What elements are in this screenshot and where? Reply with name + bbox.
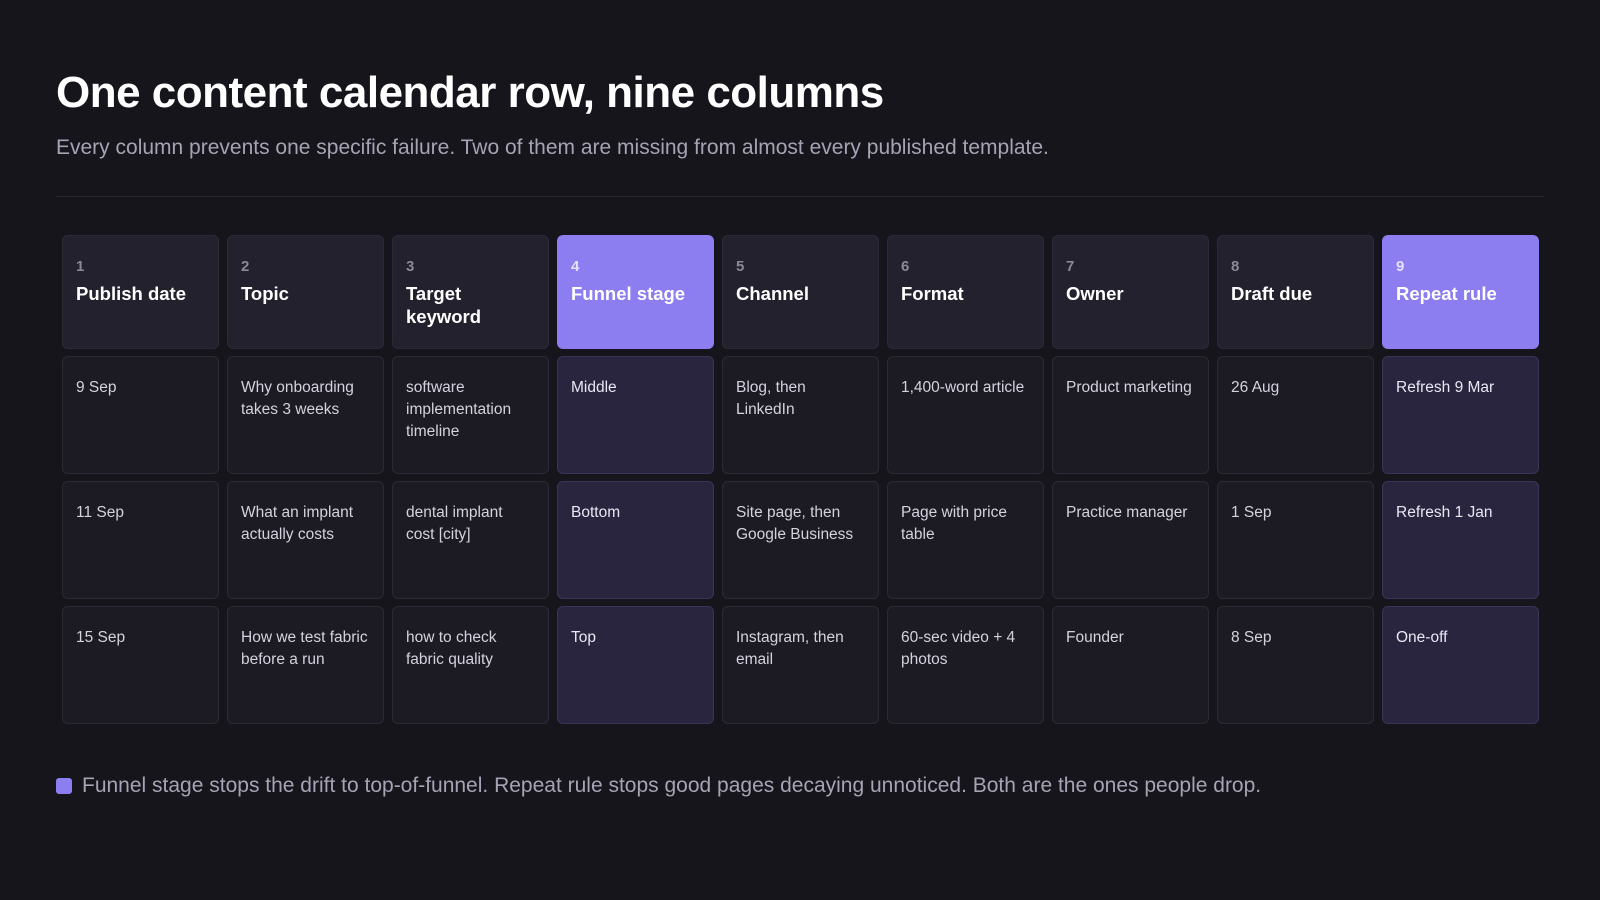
column-number: 6 — [901, 258, 910, 275]
table-cell: Site page, then Google Business — [722, 481, 879, 599]
table-cell: What an implant actually costs — [227, 481, 384, 599]
table-cell: 11 Sep — [62, 481, 219, 599]
column-header-channel: 5 Channel — [722, 235, 879, 349]
column-header-topic: 2 Topic — [227, 235, 384, 349]
table-cell: 26 Aug — [1217, 356, 1374, 474]
column-header-draft-due: 8 Draft due — [1217, 235, 1374, 349]
divider — [56, 196, 1544, 197]
column-header-publish-date: 1 Publish date — [62, 235, 219, 349]
column-label: Target keyword — [406, 283, 482, 327]
table-cell: software implementation timeline — [392, 356, 549, 474]
slide: One content calendar row, nine columns E… — [0, 0, 1600, 900]
column-label: Funnel stage — [571, 283, 686, 304]
table-cell: Instagram, then email — [722, 606, 879, 724]
table-cell: Practice manager — [1052, 481, 1209, 599]
table-cell-highlighted: Refresh 9 Mar — [1382, 356, 1539, 474]
table-cell: 1,400-word article — [887, 356, 1044, 474]
table-cell: Product marketing — [1052, 356, 1209, 474]
column-label: Repeat rule — [1396, 283, 1497, 304]
column-number: 7 — [1066, 258, 1075, 275]
table-cell: Why onboarding takes 3 weeks — [227, 356, 384, 474]
table-cell: 15 Sep — [62, 606, 219, 724]
column-header-funnel-stage: 4 Funnel stage — [557, 235, 714, 349]
table-cell-highlighted: Middle — [557, 356, 714, 474]
page-subtitle: Every column prevents one specific failu… — [56, 136, 1049, 159]
table-cell: Founder — [1052, 606, 1209, 724]
table-cell: Blog, then LinkedIn — [722, 356, 879, 474]
table-cell: dental implant cost [city] — [392, 481, 549, 599]
column-number: 2 — [241, 258, 250, 275]
table-cell: 9 Sep — [62, 356, 219, 474]
column-number: 8 — [1231, 258, 1240, 275]
column-label: Owner — [1066, 283, 1124, 304]
table-cell-highlighted: Bottom — [557, 481, 714, 599]
table-cell: 60-sec video + 4 photos — [887, 606, 1044, 724]
column-label: Channel — [736, 283, 809, 304]
column-label: Publish date — [76, 283, 186, 304]
table-cell: Page with price table — [887, 481, 1044, 599]
column-number: 1 — [76, 258, 85, 275]
column-label: Draft due — [1231, 283, 1313, 304]
column-label: Format — [901, 283, 964, 304]
table-cell-highlighted: One-off — [1382, 606, 1539, 724]
legend: Funnel stage stops the drift to top-of-f… — [56, 774, 1261, 798]
table-cell: 8 Sep — [1217, 606, 1374, 724]
legend-text: Funnel stage stops the drift to top-of-f… — [82, 774, 1262, 797]
table-cell-highlighted: Refresh 1 Jan — [1382, 481, 1539, 599]
column-number: 5 — [736, 258, 745, 275]
column-number: 4 — [571, 258, 580, 275]
table-cell-highlighted: Top — [557, 606, 714, 724]
column-number: 3 — [406, 258, 415, 275]
table-cell: how to check fabric quality — [392, 606, 549, 724]
column-label: Topic — [241, 283, 289, 304]
table-cell: 1 Sep — [1217, 481, 1374, 599]
column-header-repeat-rule: 9 Repeat rule — [1382, 235, 1539, 349]
column-header-format: 6 Format — [887, 235, 1044, 349]
legend-swatch — [56, 778, 72, 794]
column-header-target-keyword: 3 Target keyword — [392, 235, 549, 349]
calendar-grid: 1 Publish date 2 Topic 3 Target keyword 4 Fu… — [62, 235, 1539, 724]
page-title: One content calendar row, nine columns — [56, 68, 884, 117]
column-header-owner: 7 Owner — [1052, 235, 1209, 349]
table-cell: How we test fabric before a run — [227, 606, 384, 724]
column-number: 9 — [1396, 258, 1405, 275]
